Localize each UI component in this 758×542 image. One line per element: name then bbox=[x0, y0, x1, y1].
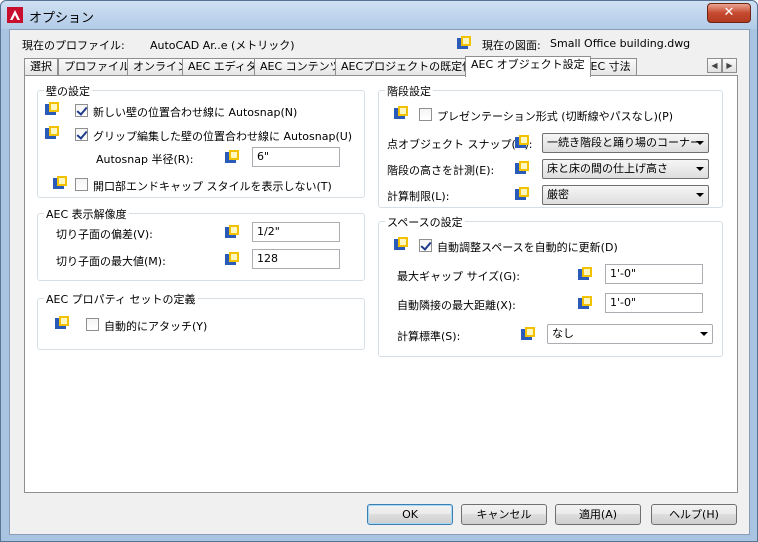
display-resolution-group: AEC 表示解像度 切り子面の偏差(V): 1/2" 切り子面の最大値(M): … bbox=[37, 206, 365, 281]
tab-select[interactable]: 選択 bbox=[24, 58, 58, 76]
tab-aec-content[interactable]: AEC コンテンツ bbox=[254, 58, 347, 76]
point-snap-icon bbox=[515, 135, 529, 148]
chevron-down-icon bbox=[696, 167, 704, 171]
facet-max-icon bbox=[225, 252, 239, 265]
tab-aec-project-defaults[interactable]: AECプロジェクトの既定値 bbox=[335, 58, 480, 76]
auto-attach-label: 自動的にアタッチ(Y) bbox=[104, 320, 208, 333]
tab-aec-editor[interactable]: AEC エディタ bbox=[182, 58, 263, 76]
wall-settings-group: 壁の設定 新しい壁の位置合わせ線に Autosnap(N) グリップ編集した壁の… bbox=[37, 83, 365, 198]
endcap-label: 開口部エンドキャップ スタイルを表示しない(T) bbox=[93, 180, 332, 193]
property-set-group: AEC プロパティ セットの定義 自動的にアタッチ(Y) bbox=[37, 291, 365, 350]
snap-grip-wall-checkbox[interactable] bbox=[75, 128, 88, 141]
auto-update-label: 自動調整スペースを自動的に更新(D) bbox=[437, 241, 618, 254]
dialog-body: 現在のプロファイル: AutoCAD Ar..e (メトリック) 現在の図面: … bbox=[9, 29, 750, 535]
help-button[interactable]: ヘルプ(H) bbox=[651, 504, 737, 525]
title-bar[interactable]: オプション ✕ bbox=[1, 1, 757, 29]
apply-button[interactable]: 適用(A) bbox=[555, 504, 641, 525]
space-settings-group: スペースの設定 自動調整スペースを自動的に更新(D) 最大ギャップ サイズ(G)… bbox=[378, 214, 723, 357]
calc-limit-icon bbox=[515, 187, 529, 200]
adjacency-label: 自動隣接の最大距離(X): bbox=[397, 299, 516, 312]
space-settings-title: スペースの設定 bbox=[385, 214, 465, 230]
calc-limit-value: 厳密 bbox=[547, 188, 569, 201]
window-title: オプション bbox=[29, 11, 95, 26]
calc-limit-label: 計算制限(L): bbox=[387, 190, 450, 203]
wall-settings-title: 壁の設定 bbox=[44, 83, 92, 99]
current-drawing-label: 現在の図面: bbox=[482, 39, 541, 52]
autosnap-radius-label: Autosnap 半径(R): bbox=[96, 153, 194, 166]
calc-standard-dropdown[interactable]: なし bbox=[547, 324, 713, 344]
autosnap-radius-input[interactable]: 6" bbox=[252, 147, 340, 167]
tab-scroll-right-icon[interactable]: ▶ bbox=[722, 58, 737, 73]
radius-icon bbox=[225, 150, 239, 163]
endcap-checkbox[interactable] bbox=[75, 178, 88, 191]
presentation-label: プレゼンテーション形式 (切断線やパスなし)(P) bbox=[437, 110, 674, 123]
tab-aec-object-settings[interactable]: AEC オブジェクト設定 bbox=[465, 56, 591, 77]
max-gap-label: 最大ギャップ サイズ(G): bbox=[397, 270, 520, 283]
wall-icon bbox=[45, 102, 59, 115]
cancel-button[interactable]: キャンセル bbox=[461, 504, 547, 525]
tab-profile[interactable]: プロファイル bbox=[58, 58, 136, 76]
property-set-icon bbox=[55, 316, 69, 329]
max-gap-input[interactable]: 1'-0" bbox=[605, 264, 703, 284]
stair-height-icon bbox=[515, 161, 529, 174]
stair-height-value: 床と床の間の仕上げ高さ bbox=[547, 162, 668, 175]
calc-limit-dropdown[interactable]: 厳密 bbox=[542, 185, 709, 205]
facet-max-label: 切り子面の最大値(M): bbox=[56, 255, 166, 268]
property-set-title: AEC プロパティ セットの定義 bbox=[44, 291, 198, 307]
facet-deviation-icon bbox=[225, 225, 239, 238]
chevron-down-icon bbox=[696, 141, 704, 145]
auto-attach-checkbox[interactable] bbox=[86, 318, 99, 331]
facet-max-input[interactable]: 128 bbox=[252, 249, 340, 269]
stair-settings-group: 階段設定 プレゼンテーション形式 (切断線やパスなし)(P) 点オブジェクト ス… bbox=[378, 83, 723, 208]
chevron-down-icon bbox=[700, 332, 708, 336]
calc-standard-value: なし bbox=[552, 327, 574, 340]
stair-height-label: 階段の高さを計測(E): bbox=[387, 164, 495, 177]
chevron-down-icon bbox=[696, 193, 704, 197]
snap-new-wall-checkbox[interactable] bbox=[75, 104, 88, 117]
calc-standard-label: 計算標準(S): bbox=[397, 330, 461, 343]
current-profile-value: AutoCAD Ar..e (メトリック) bbox=[150, 39, 295, 52]
adjacency-input[interactable]: 1'-0" bbox=[605, 293, 703, 313]
current-profile-label: 現在のプロファイル: bbox=[22, 39, 125, 52]
wall-grip-icon bbox=[45, 126, 59, 139]
endcap-icon bbox=[53, 176, 67, 189]
ok-button[interactable]: OK bbox=[367, 504, 453, 525]
tab-panel: 壁の設定 新しい壁の位置合わせ線に Autosnap(N) グリップ編集した壁の… bbox=[24, 75, 738, 493]
stair-icon bbox=[394, 106, 408, 119]
adjacency-icon bbox=[578, 296, 592, 309]
tab-scroll-left-icon[interactable]: ◀ bbox=[707, 58, 722, 73]
calc-standard-icon bbox=[521, 327, 535, 340]
options-dialog: オプション ✕ 現在のプロファイル: AutoCAD Ar..e (メトリック)… bbox=[0, 0, 758, 542]
display-resolution-title: AEC 表示解像度 bbox=[44, 206, 129, 222]
close-button[interactable]: ✕ bbox=[707, 3, 751, 23]
stair-settings-title: 階段設定 bbox=[385, 83, 433, 99]
space-icon bbox=[394, 237, 408, 250]
point-snap-dropdown[interactable]: 一続き階段と踊り場のコーナー bbox=[542, 133, 709, 153]
stair-height-dropdown[interactable]: 床と床の間の仕上げ高さ bbox=[542, 159, 709, 179]
auto-update-checkbox[interactable] bbox=[419, 239, 432, 252]
snap-new-wall-label: 新しい壁の位置合わせ線に Autosnap(N) bbox=[93, 106, 298, 119]
facet-deviation-input[interactable]: 1/2" bbox=[252, 222, 340, 242]
presentation-checkbox[interactable] bbox=[419, 108, 432, 121]
max-gap-icon bbox=[578, 267, 592, 280]
autocad-logo-icon bbox=[7, 7, 23, 23]
snap-grip-wall-label: グリップ編集した壁の位置合わせ線に Autosnap(U) bbox=[93, 130, 353, 143]
current-drawing-value: Small Office building.dwg bbox=[550, 37, 691, 50]
point-snap-label: 点オブジェクト スナップ(O): bbox=[387, 138, 533, 151]
facet-deviation-label: 切り子面の偏差(V): bbox=[56, 228, 153, 241]
point-snap-value: 一続き階段と踊り場のコーナー bbox=[547, 136, 701, 149]
drawing-icon bbox=[457, 36, 471, 49]
